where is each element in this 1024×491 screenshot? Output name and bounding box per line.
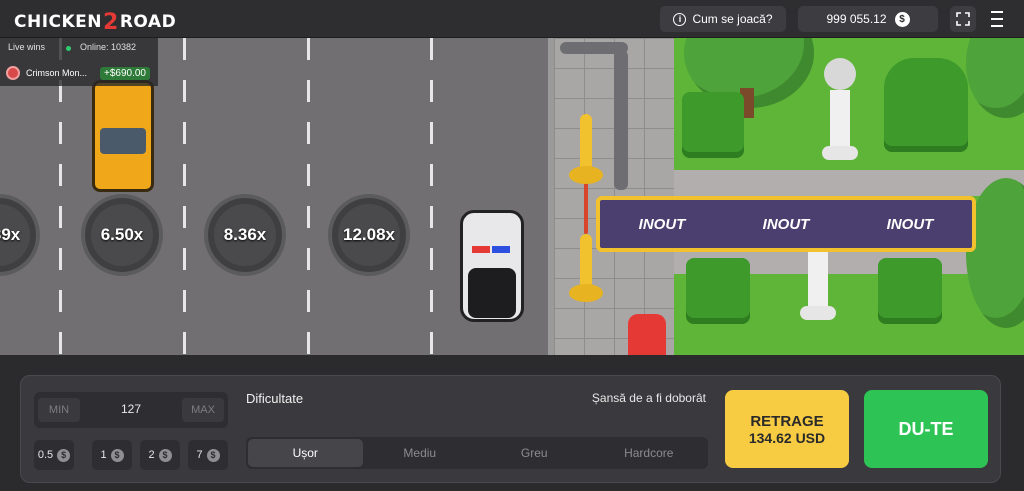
police-car: [458, 210, 526, 322]
barrier-post: [580, 114, 592, 174]
bet-amount-input[interactable]: MIN 127 MAX: [34, 392, 228, 428]
chance-label: Șansă de a fi doborât: [591, 391, 706, 405]
balance-value: 999 055.12: [826, 12, 887, 26]
avatar: [6, 66, 20, 80]
chip-button[interactable]: 2 $: [140, 440, 180, 470]
street-lamp-pole: [614, 50, 628, 190]
multiplier-label: 12.08x: [343, 225, 395, 244]
menu-line: [991, 11, 1003, 14]
multiplier-label: 6.50x: [100, 225, 144, 244]
banner-brand-2: INOUT: [762, 215, 810, 233]
lane-divider: [307, 38, 310, 355]
chip-button[interactable]: 1 $: [92, 440, 132, 470]
live-wins-panel: Live wins Online: 10382 Crimson Mon... +…: [0, 38, 158, 86]
logo-text-right: ROAD: [119, 12, 177, 32]
barrier-post-base: [569, 166, 603, 184]
winner-amount: +$690.00: [100, 66, 150, 80]
barrier-post-base: [569, 284, 603, 302]
chip-value: 0.5: [37, 449, 54, 461]
tab-medium[interactable]: Mediu: [363, 439, 478, 467]
dollar-coin-icon: $: [110, 448, 124, 462]
siren-red: [472, 246, 490, 253]
lane-divider: [183, 38, 186, 355]
multiplier-manhole[interactable]: 12.08x: [328, 194, 410, 276]
multiplier-manhole[interactable]: 6.50x: [81, 194, 163, 276]
statue-base: [800, 306, 836, 320]
chip-value: 2: [148, 449, 155, 461]
tab-easy[interactable]: Ușor: [248, 439, 363, 467]
multiplier-label: 3.39x: [0, 225, 21, 244]
car-roof: [468, 268, 516, 318]
min-bet-button[interactable]: MIN: [38, 398, 80, 422]
hedge: [686, 258, 750, 324]
dollar-coin-icon: $: [158, 448, 172, 462]
winner-name: Crimson Mon...: [26, 68, 88, 78]
multiplier-manhole[interactable]: 8.36x: [204, 194, 286, 276]
menu-line: [991, 24, 1003, 27]
difficulty-label: Dificultate: [246, 391, 304, 406]
yellow-truck: [88, 80, 158, 192]
banner-brand-1: INOUT: [638, 215, 686, 233]
chip-button[interactable]: 7 $: [188, 440, 228, 470]
balance-display: 999 055.12 $: [798, 6, 938, 32]
online-count: Online: 10382: [80, 42, 137, 52]
fire-hydrant: [628, 314, 666, 355]
cashout-label: RETRAGE: [750, 412, 824, 430]
hedge: [878, 258, 942, 324]
max-bet-button[interactable]: MAX: [182, 398, 224, 422]
banner-brand-3: INOUT: [886, 215, 934, 233]
multiplier-label: 8.36x: [223, 225, 267, 244]
dollar-coin-icon: $: [894, 11, 910, 27]
chip-value: 1: [100, 449, 107, 461]
dollar-coin-icon: $: [57, 448, 71, 462]
park-path: [674, 170, 1024, 196]
go-button[interactable]: DU-TE: [864, 390, 988, 468]
statue-base: [822, 146, 858, 160]
inout-banner: INOUT INOUT INOUT: [596, 196, 976, 252]
how-to-play-button[interactable]: i Cum se joacă?: [660, 6, 786, 32]
fullscreen-button[interactable]: [950, 6, 976, 32]
bet-value[interactable]: 127: [94, 402, 168, 416]
game-logo: CHICKEN2ROAD: [14, 8, 177, 35]
chip-value: 7: [196, 449, 203, 461]
logo-text-mid: 2: [103, 10, 119, 35]
fullscreen-icon: [956, 12, 970, 26]
hedge: [884, 58, 968, 152]
online-status-dot: [66, 46, 71, 51]
hamburger-menu-button[interactable]: [986, 9, 1008, 29]
hedge: [682, 92, 744, 158]
chicken-statue: [822, 58, 858, 162]
live-win-row: Crimson Mon... +$690.00: [6, 64, 156, 82]
dollar-coin-icon: $: [206, 448, 220, 462]
top-bar: CHICKEN2ROAD i Cum se joacă? 999 055.12 …: [0, 0, 1024, 38]
tab-hardcore[interactable]: Hardcore: [592, 439, 707, 467]
statue-head: [824, 58, 856, 90]
truck-windshield: [100, 128, 146, 154]
cashout-button[interactable]: RETRAGE 134.62 USD: [725, 390, 849, 468]
live-wins-label: Live wins: [8, 42, 46, 52]
how-to-play-label: Cum se joacă?: [692, 12, 773, 26]
chip-button[interactable]: 0.5 $: [34, 440, 74, 470]
difficulty-tabs: Ușor Mediu Greu Hardcore: [246, 437, 708, 469]
logo-text-left: CHICKEN: [14, 12, 103, 32]
tab-hard[interactable]: Greu: [477, 439, 592, 467]
menu-line: [991, 17, 1003, 20]
lane-divider: [430, 38, 433, 355]
siren-blue: [492, 246, 510, 253]
statue-column: [808, 250, 828, 310]
info-icon: i: [673, 12, 687, 26]
statue-column: [830, 90, 850, 150]
cashout-amount: 134.62 USD: [748, 429, 826, 446]
